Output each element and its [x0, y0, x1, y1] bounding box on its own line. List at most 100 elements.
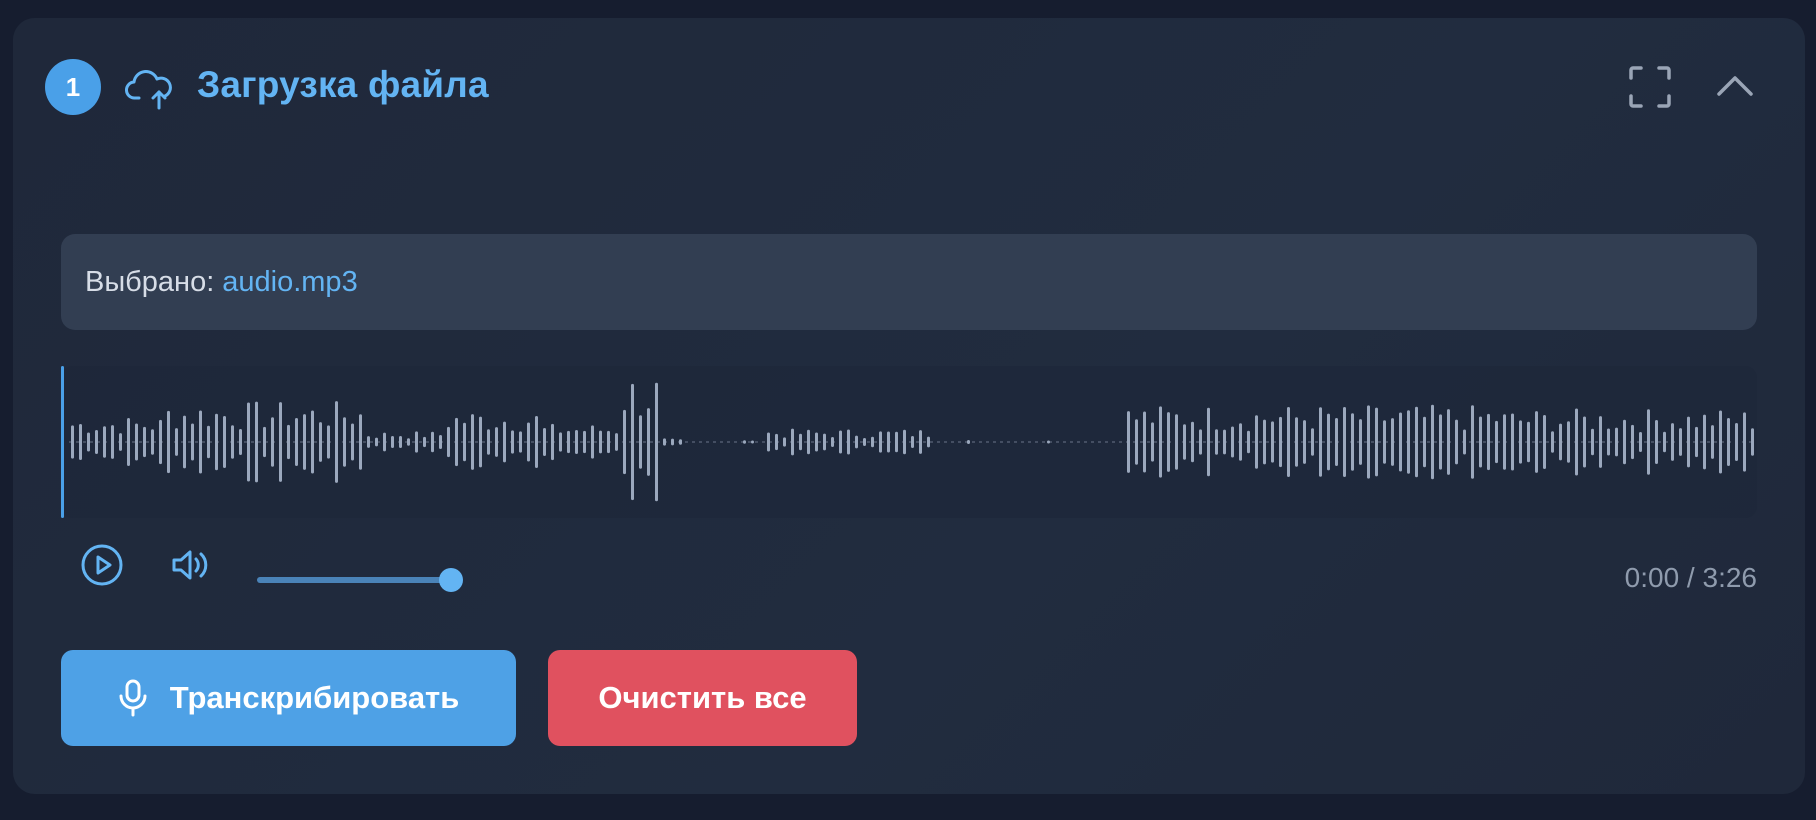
- waveform-bar: [615, 433, 618, 451]
- waveform-bar: [487, 429, 490, 455]
- waveform-bar: [1399, 412, 1402, 472]
- waveform-bar: [255, 401, 258, 483]
- play-circle-icon[interactable]: [79, 542, 125, 588]
- volume-track: [257, 577, 451, 583]
- waveform-bar: [519, 431, 522, 453]
- waveform-bar: [1495, 420, 1498, 464]
- waveform-bar: [679, 439, 682, 445]
- waveform-bar: [831, 437, 834, 447]
- audio-waveform[interactable]: [61, 366, 1757, 518]
- waveform-bar: [551, 423, 554, 461]
- waveform-bar: [1167, 412, 1170, 472]
- waveform-bar: [199, 410, 202, 474]
- waveform-bar: [215, 413, 218, 471]
- waveform-bar: [631, 383, 634, 501]
- waveform-bar: [399, 436, 402, 448]
- waveform-bar: [1263, 419, 1266, 465]
- waveform-bar: [1383, 420, 1386, 464]
- waveform-bar: [671, 438, 674, 446]
- waveform-bar: [1687, 416, 1690, 468]
- waveform-bar: [143, 426, 146, 458]
- waveform-bar: [455, 417, 458, 467]
- waveform-bar: [911, 435, 914, 449]
- time-display: 0:00 / 3:26: [1624, 562, 1757, 593]
- waveform-bar: [1367, 405, 1370, 479]
- waveform-bar: [439, 435, 442, 449]
- waveform-bar: [415, 431, 418, 453]
- waveform-bar: [1623, 419, 1626, 465]
- selected-file-box: Выбрано: audio.mp3: [61, 234, 1757, 330]
- waveform-bar: [535, 416, 538, 468]
- waveform-bar: [1215, 429, 1218, 455]
- waveform-bar: [887, 431, 890, 453]
- waveform-bar: [351, 423, 354, 461]
- waveform-bar: [1743, 412, 1746, 472]
- waveform-bar: [1591, 428, 1594, 456]
- playhead[interactable]: [61, 366, 64, 518]
- clear-all-button[interactable]: Очистить все: [548, 650, 857, 746]
- chevron-up-icon[interactable]: [1713, 70, 1757, 102]
- volume-icon[interactable]: [170, 545, 212, 585]
- selected-file-label: Выбрано:: [85, 265, 215, 298]
- waveform-bar: [1247, 430, 1250, 454]
- waveform-bar: [79, 424, 82, 460]
- waveform-bar: [1503, 414, 1506, 470]
- waveform-bar: [1663, 431, 1666, 453]
- step-number-badge: 1: [45, 59, 101, 115]
- panel-title: Загрузка файла: [197, 64, 489, 105]
- waveform-bar: [583, 430, 586, 454]
- waveform-bar: [607, 430, 610, 454]
- transcribe-button[interactable]: Транскрибировать: [61, 650, 516, 746]
- waveform-bar: [655, 382, 658, 502]
- waveform-bar: [1223, 429, 1226, 455]
- waveform-bar: [1719, 410, 1722, 474]
- waveform-bar: [183, 415, 186, 469]
- waveform-bar: [1391, 418, 1394, 466]
- clear-all-label: Очистить все: [598, 680, 807, 715]
- waveform-bar: [407, 438, 410, 446]
- waveform-bar: [1151, 422, 1154, 462]
- file-upload-panel: 1 Загрузка файла Выбрано: audio.mp3 0:00…: [13, 18, 1805, 794]
- waveform-bar: [599, 430, 602, 454]
- waveform-bar: [663, 438, 666, 446]
- waveform-bar: [791, 428, 794, 456]
- fullscreen-icon[interactable]: [1627, 64, 1673, 110]
- waveform-bar: [335, 401, 338, 483]
- waveform-bar: [95, 430, 98, 454]
- waveform-bar: [1359, 419, 1362, 465]
- waveform-bar: [71, 425, 74, 459]
- waveform-bar: [839, 430, 842, 454]
- microphone-icon: [119, 679, 147, 717]
- waveform-bar: [1271, 421, 1274, 463]
- waveform-bar: [1599, 416, 1602, 468]
- waveform-bar: [1575, 408, 1578, 476]
- waveform-bar: [1407, 410, 1410, 474]
- waveform-bar: [1143, 411, 1146, 473]
- waveform-bar: [1279, 416, 1282, 468]
- waveform-bar: [1703, 414, 1706, 470]
- selected-file-name: audio.mp3: [222, 265, 358, 298]
- volume-fill: [257, 577, 451, 583]
- volume-slider[interactable]: [257, 560, 463, 600]
- waveform-bar: [295, 417, 298, 467]
- waveform-bar: [567, 430, 570, 454]
- waveform-bar: [927, 436, 930, 448]
- waveform-bar: [503, 421, 506, 463]
- waveform-bar: [1543, 415, 1546, 469]
- waveform-bar: [279, 402, 282, 482]
- waveform-bar: [807, 429, 810, 455]
- waveform-bar: [231, 425, 234, 459]
- waveform-bar: [1423, 416, 1426, 468]
- waveform-bar: [559, 432, 562, 452]
- waveform-bar: [1047, 440, 1050, 444]
- waveform-bar: [1639, 432, 1642, 452]
- waveform-bar: [1671, 423, 1674, 461]
- waveform-bar: [239, 428, 242, 456]
- waveform-bar: [1239, 423, 1242, 461]
- waveform-bar: [119, 433, 122, 451]
- volume-thumb[interactable]: [439, 568, 463, 592]
- waveform-bar: [463, 422, 466, 462]
- cloud-upload-icon: [125, 70, 172, 110]
- waveform-bar: [1559, 423, 1562, 461]
- waveform-bar: [823, 433, 826, 451]
